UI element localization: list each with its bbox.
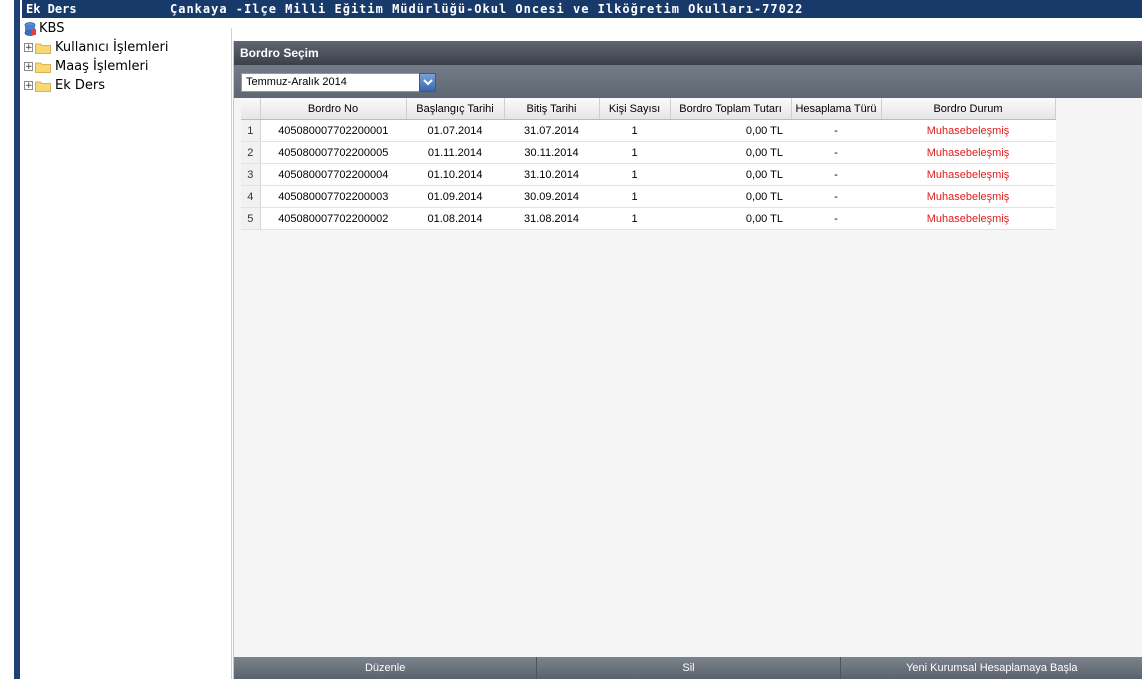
tree-item-maas-islemleri[interactable]: + Maaş İşlemleri [24, 57, 169, 76]
row-number: 3 [241, 163, 261, 186]
panel-toolbar: Temmuz-Aralık 2014 [234, 65, 1142, 98]
navigation-tree: KBS + Kullanıcı İşlemleri + Maaş İşlemle… [24, 19, 169, 95]
table-row[interactable]: 3 405080007702200004 01.10.2014 31.10.20… [241, 163, 1055, 186]
end-date-cell: 31.07.2014 [504, 119, 599, 142]
column-header[interactable]: Kişi Sayısı [599, 98, 671, 120]
panel-action-bar: Düzenle Sil Yeni Kurumsal Hesaplamaya Ba… [234, 657, 1142, 679]
new-calculation-button[interactable]: Yeni Kurumsal Hesaplamaya Başla [841, 657, 1142, 679]
period-select[interactable]: Temmuz-Aralık 2014 [241, 73, 436, 92]
status-cell: Muhasebeleşmiş [881, 141, 1055, 164]
tree-item-label: Maaş İşlemleri [55, 59, 149, 74]
person-count-cell: 1 [599, 185, 670, 208]
table-row[interactable]: 4 405080007702200003 01.09.2014 30.09.20… [241, 185, 1055, 208]
status-cell: Muhasebeleşmiş [881, 119, 1055, 142]
bordro-secim-panel: Bordro Seçim Temmuz-Aralık 2014 Bordro N… [233, 41, 1142, 679]
bordro-no-cell: 405080007702200003 [260, 185, 406, 208]
start-date-cell: 01.08.2014 [406, 207, 504, 230]
calc-type-cell: - [791, 141, 881, 164]
start-date-cell: 01.07.2014 [406, 119, 504, 142]
column-header[interactable]: Bordro Toplam Tutarı [670, 98, 792, 120]
total-amount-cell: 0,00 TL [670, 141, 791, 164]
expand-icon[interactable]: + [24, 81, 33, 91]
row-number: 2 [241, 141, 261, 164]
folder-icon [35, 62, 51, 73]
row-number-header [241, 98, 261, 120]
end-date-cell: 31.10.2014 [504, 163, 599, 186]
column-header[interactable]: Başlangıç Tarihi [406, 98, 505, 120]
bordro-no-cell: 405080007702200002 [260, 207, 406, 230]
tree-root-kbs[interactable]: KBS [24, 19, 169, 38]
folder-icon [35, 43, 51, 54]
tree-item-label: Kullanıcı İşlemleri [55, 40, 169, 55]
expand-icon[interactable]: + [24, 62, 33, 72]
edit-button[interactable]: Düzenle [234, 657, 538, 679]
person-count-cell: 1 [599, 119, 670, 142]
status-cell: Muhasebeleşmiş [881, 207, 1055, 230]
bordro-no-cell: 405080007702200001 [260, 119, 406, 142]
end-date-cell: 30.09.2014 [504, 185, 599, 208]
person-count-cell: 1 [599, 207, 670, 230]
organization-title: Çankaya -Ilçe Milli Eğitim Müdürlüğü-Oku… [170, 2, 804, 16]
start-date-cell: 01.10.2014 [406, 163, 504, 186]
calc-type-cell: - [791, 207, 881, 230]
table-row[interactable]: 2 405080007702200005 01.11.2014 30.11.20… [241, 141, 1055, 164]
calc-type-cell: - [791, 163, 881, 186]
kbs-icon [24, 21, 36, 36]
sidebar-divider[interactable] [231, 28, 232, 679]
folder-icon [35, 81, 51, 92]
start-date-cell: 01.11.2014 [406, 141, 504, 164]
calc-type-cell: - [791, 185, 881, 208]
status-cell: Muhasebeleşmiş [881, 163, 1055, 186]
window-left-bar [14, 0, 20, 679]
end-date-cell: 30.11.2014 [504, 141, 599, 164]
tree-item-label: Ek Ders [55, 78, 106, 93]
table-row[interactable]: 1 405080007702200001 01.07.2014 31.07.20… [241, 119, 1055, 142]
window-left-edge [0, 0, 14, 679]
row-number: 5 [241, 207, 261, 230]
bordro-no-cell: 405080007702200005 [260, 141, 406, 164]
panel-title: Bordro Seçim [234, 41, 1142, 65]
row-number: 1 [241, 119, 261, 142]
total-amount-cell: 0,00 TL [670, 119, 791, 142]
column-header[interactable]: Bitiş Tarihi [504, 98, 600, 120]
bordro-no-cell: 405080007702200004 [260, 163, 406, 186]
period-select-value: Temmuz-Aralık 2014 [246, 76, 347, 88]
column-header[interactable]: Bordro Durum [881, 98, 1056, 120]
end-date-cell: 31.08.2014 [504, 207, 599, 230]
total-amount-cell: 0,00 TL [670, 185, 791, 208]
app-title: Ek Ders [26, 2, 77, 16]
start-date-cell: 01.09.2014 [406, 185, 504, 208]
calc-type-cell: - [791, 119, 881, 142]
column-header[interactable]: Hesaplama Türü [791, 98, 882, 120]
expand-icon[interactable]: + [24, 43, 33, 53]
column-header[interactable]: Bordro No [260, 98, 407, 120]
total-amount-cell: 0,00 TL [670, 207, 791, 230]
table-header-row: Bordro No Başlangıç Tarihi Bitiş Tarihi … [241, 98, 1056, 120]
person-count-cell: 1 [599, 163, 670, 186]
person-count-cell: 1 [599, 141, 670, 164]
row-number: 4 [241, 185, 261, 208]
tree-item-ek-ders[interactable]: + Ek Ders [24, 76, 169, 95]
bordro-table: Bordro No Başlangıç Tarihi Bitiş Tarihi … [241, 98, 1056, 230]
table-row[interactable]: 5 405080007702200002 01.08.2014 31.08.20… [241, 207, 1055, 230]
tree-item-kullanici-islemleri[interactable]: + Kullanıcı İşlemleri [24, 38, 169, 57]
total-amount-cell: 0,00 TL [670, 163, 791, 186]
chevron-down-icon[interactable] [419, 73, 436, 92]
status-cell: Muhasebeleşmiş [881, 185, 1055, 208]
window-title-bar: Ek Ders Çankaya -Ilçe Milli Eğitim Müdür… [22, 0, 1142, 18]
tree-root-label: KBS [39, 21, 65, 36]
delete-button[interactable]: Sil [537, 657, 841, 679]
